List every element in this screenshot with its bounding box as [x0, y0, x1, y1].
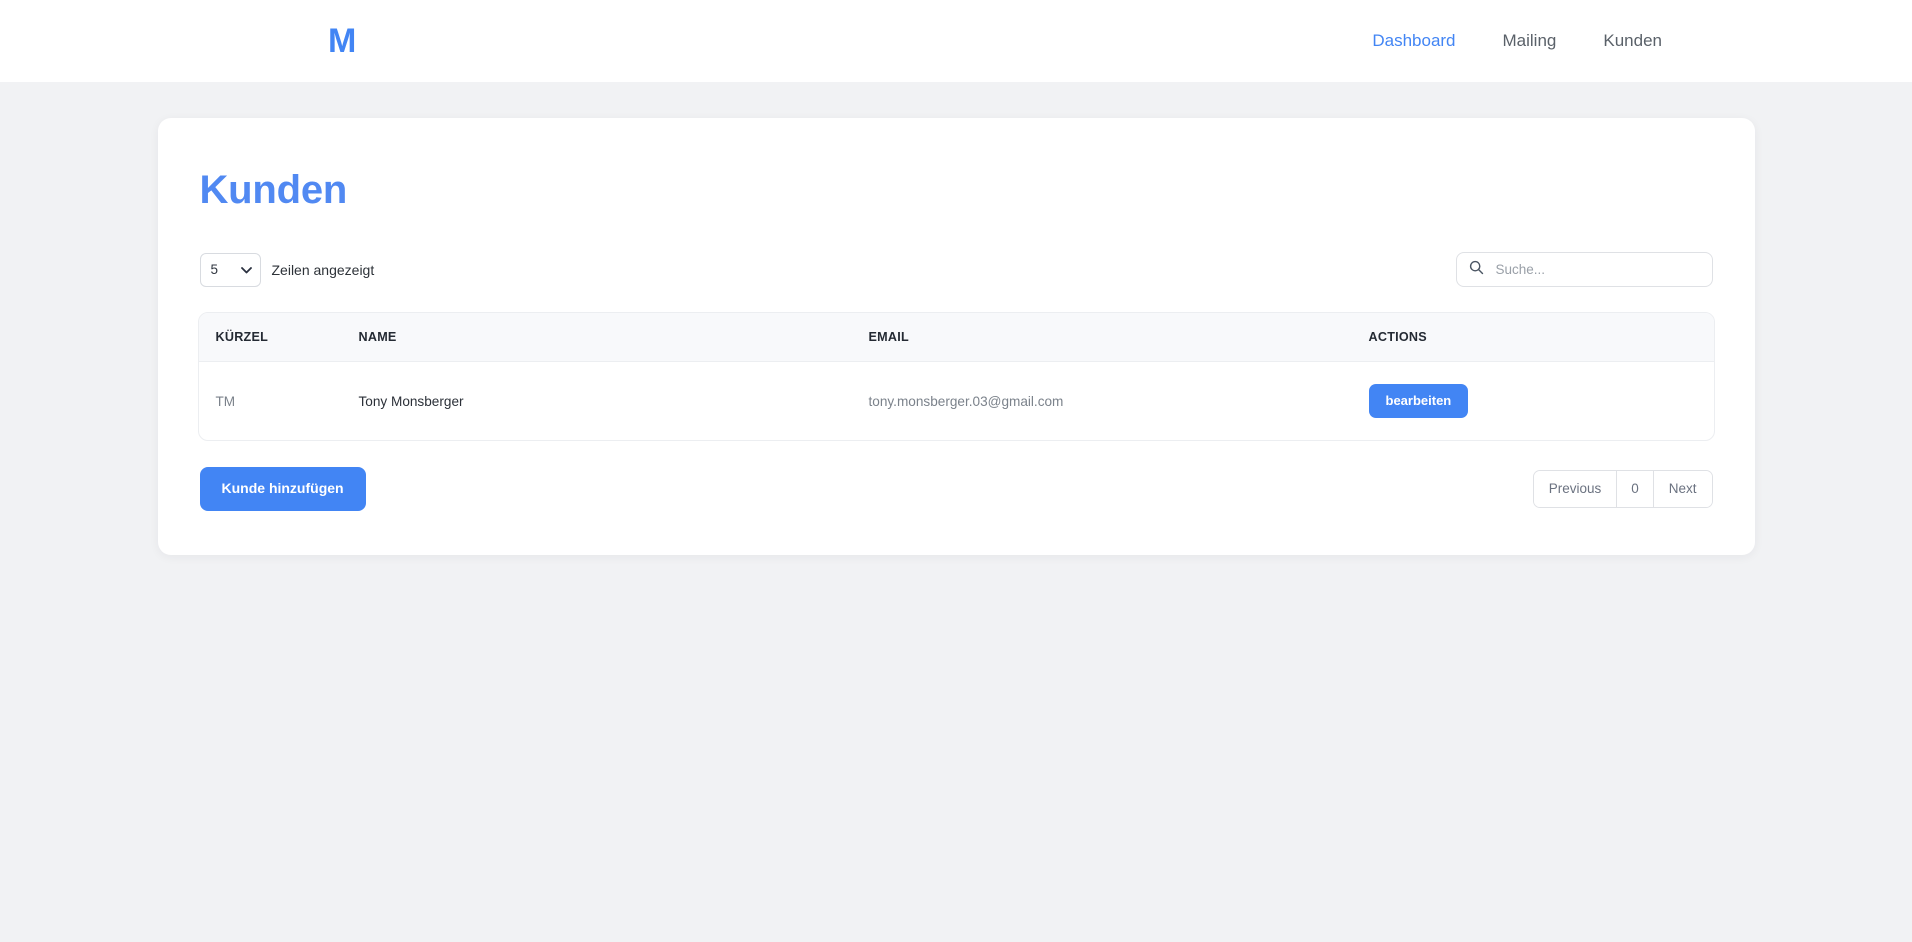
main-navigation: Dashboard Mailing Kunden	[1372, 31, 1662, 51]
cell-actions: bearbeiten	[1368, 362, 1714, 441]
table-row[interactable]: TM Tony Monsberger tony.monsberger.03@gm…	[199, 362, 1714, 441]
nav-link-kunden[interactable]: Kunden	[1603, 31, 1662, 51]
nav-link-mailing[interactable]: Mailing	[1503, 31, 1557, 51]
add-kunde-button[interactable]: Kunde hinzufügen	[199, 467, 366, 511]
column-header-email: EMAIL	[868, 313, 1369, 362]
cell-email: tony.monsberger.03@gmail.com	[868, 393, 1064, 409]
nav-link-dashboard[interactable]: Dashboard	[1372, 31, 1455, 51]
pagination-page-number[interactable]: 0	[1616, 470, 1653, 508]
rows-per-page-select[interactable]: 5	[199, 252, 261, 287]
edit-button[interactable]: bearbeiten	[1368, 384, 1469, 419]
page-container: Kunden 5 Zeilen angezeigt Suche... KÜRZE…	[0, 82, 1912, 555]
kunden-card: Kunden 5 Zeilen angezeigt Suche... KÜRZE…	[157, 118, 1755, 555]
rows-per-page-label: Zeilen angezeigt	[271, 261, 375, 278]
brand-logo[interactable]: M	[328, 24, 357, 58]
table-head: KÜRZEL NAME EMAIL ACTIONS	[198, 313, 1714, 362]
cell-name: Tony Monsberger	[358, 393, 464, 409]
kunden-table: KÜRZEL NAME EMAIL ACTIONS TM Tony Monsbe…	[198, 313, 1714, 441]
rows-select-wrapper: 5	[199, 252, 261, 287]
pagination: Previous 0 Next	[1532, 469, 1713, 509]
search-wrapper	[1455, 252, 1713, 287]
table-header-row: KÜRZEL NAME EMAIL ACTIONS	[198, 313, 1714, 362]
navbar: M Dashboard Mailing Kunden	[0, 0, 1912, 82]
column-header-actions: ACTIONS	[1368, 313, 1714, 362]
pagination-previous-button[interactable]: Previous	[1533, 470, 1617, 508]
column-header-name: NAME	[358, 313, 869, 362]
rows-per-page-group: 5 Zeilen angezeigt	[199, 252, 375, 287]
column-header-kuerzel: KÜRZEL	[198, 313, 359, 362]
table-controls: 5 Zeilen angezeigt	[198, 252, 1715, 287]
cell-kuerzel: TM	[215, 393, 236, 409]
table-footer: Kunde hinzufügen Previous 0 Next	[198, 467, 1715, 511]
kunden-table-wrapper: KÜRZEL NAME EMAIL ACTIONS TM Tony Monsbe…	[197, 312, 1715, 442]
table-body: TM Tony Monsberger tony.monsberger.03@gm…	[199, 362, 1714, 441]
search-input[interactable]	[1455, 252, 1713, 287]
pagination-next-button[interactable]: Next	[1652, 470, 1712, 508]
page-title: Kunden	[199, 168, 348, 212]
